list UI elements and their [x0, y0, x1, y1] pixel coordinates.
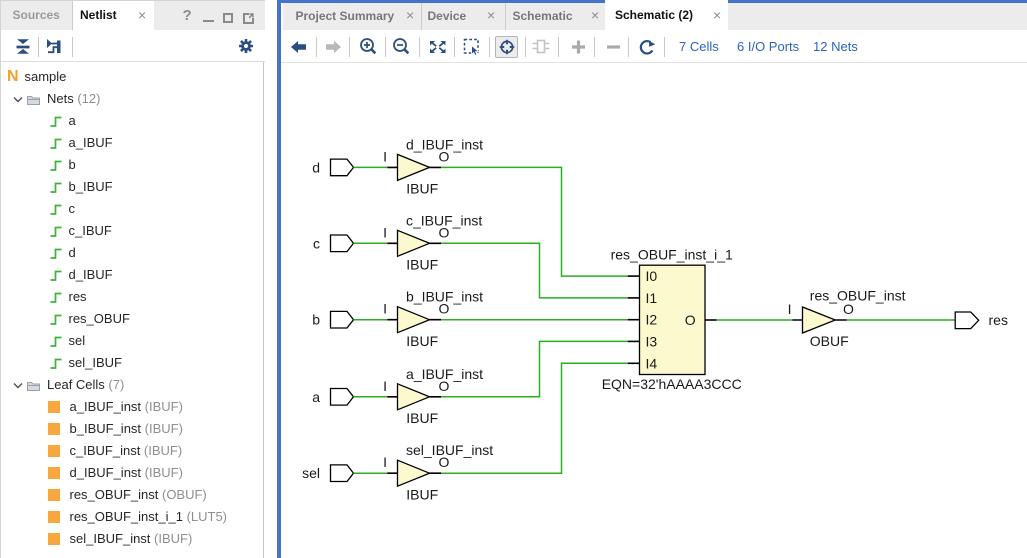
svg-text:I3: I3: [646, 333, 658, 349]
svg-text:I2: I2: [646, 312, 658, 328]
svg-text:res_OBUF_inst: res_OBUF_inst: [810, 287, 906, 303]
svg-text:I: I: [383, 454, 387, 470]
svg-text:I0: I0: [646, 268, 658, 284]
svg-text:I4: I4: [646, 355, 658, 371]
svg-text:sel_IBUF_inst: sel_IBUF_inst: [406, 442, 493, 458]
svg-text:a_IBUF_inst: a_IBUF_inst: [406, 366, 483, 382]
svg-text:c_IBUF_inst: c_IBUF_inst: [406, 212, 482, 228]
svg-text:O: O: [685, 312, 696, 328]
svg-text:EQN=32'hAAAA3CCC: EQN=32'hAAAA3CCC: [602, 376, 742, 392]
svg-text:I: I: [788, 301, 792, 317]
svg-text:a: a: [312, 389, 320, 405]
svg-text:c: c: [313, 235, 320, 251]
svg-text:I: I: [383, 301, 387, 317]
svg-text:d_IBUF_inst: d_IBUF_inst: [406, 136, 483, 152]
svg-text:IBUF: IBUF: [406, 257, 438, 273]
svg-text:IBUF: IBUF: [406, 181, 438, 197]
svg-text:sel: sel: [302, 465, 320, 481]
svg-text:I: I: [383, 378, 387, 394]
svg-text:I: I: [383, 224, 387, 240]
svg-text:IBUF: IBUF: [406, 410, 438, 426]
svg-text:res_OBUF_inst_i_1: res_OBUF_inst_i_1: [611, 247, 733, 263]
svg-text:OBUF: OBUF: [810, 333, 849, 349]
svg-text:b_IBUF_inst: b_IBUF_inst: [406, 289, 483, 305]
svg-text:IBUF: IBUF: [406, 487, 438, 503]
svg-text:I1: I1: [646, 290, 658, 306]
svg-text:res: res: [989, 312, 1008, 328]
svg-text:d: d: [312, 159, 320, 175]
svg-text:I: I: [383, 148, 387, 164]
svg-text:b: b: [312, 312, 320, 328]
svg-text:IBUF: IBUF: [406, 333, 438, 349]
svg-text:O: O: [843, 301, 854, 317]
